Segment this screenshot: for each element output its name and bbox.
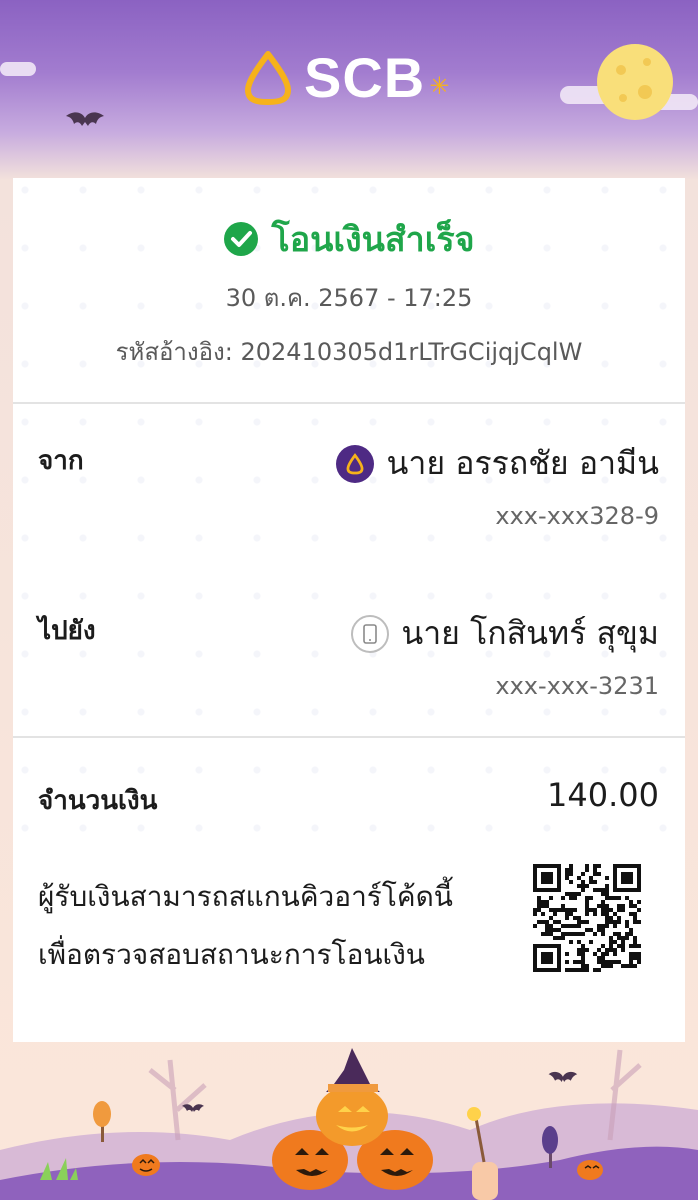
- divider: [13, 736, 685, 738]
- qr-instruction-line2: เพื่อตรวจสอบสถานะการโอนเงิน: [38, 938, 425, 971]
- check-circle-icon: [224, 222, 259, 256]
- brand-name: SCB: [304, 46, 426, 109]
- qr-code[interactable]: [533, 864, 641, 972]
- receipt-card: โอนเงินสำเร็จ 30 ต.ค. 2567 - 17:25 รหัสอ…: [13, 178, 685, 1030]
- reference-number: รหัสอ้างอิง: 202410305d1rLTrGCijqjCqlW: [115, 338, 583, 366]
- transfer-status: โอนเงินสำเร็จ: [271, 220, 475, 260]
- pumpkin-icon: [577, 1160, 603, 1180]
- scb-logo-icon: [245, 51, 291, 105]
- transaction-datetime: 30 ต.ค. 2567 - 17:25: [225, 284, 473, 312]
- amount-value: 140.00: [547, 776, 659, 814]
- divider: [13, 402, 685, 404]
- recipient-account: xxx-xxx-3231: [495, 672, 659, 700]
- bat-icon: [66, 112, 104, 126]
- mobile-phone-icon: [351, 614, 390, 653]
- header: SCB ✳: [0, 0, 698, 180]
- qr-verification: ผู้รับเงินสามารถสแกนคิวอาร์โค้ดนี้ เพื่อ…: [13, 846, 685, 1030]
- from-label: จาก: [38, 446, 84, 476]
- cloud-decoration: [0, 62, 36, 76]
- spark-icon: ✳: [429, 72, 450, 100]
- from-party: นาย อรรถชัย อามีน: [336, 438, 659, 489]
- qr-instruction: ผู้รับเงินสามารถสแกนคิวอาร์โค้ดนี้ เพื่อ…: [38, 868, 453, 984]
- pumpkin-icon: [132, 1154, 160, 1176]
- amount-label: จำนวนเงิน: [38, 786, 158, 816]
- to-label: ไปยัง: [38, 616, 96, 646]
- to-party: นาย โกสินทร์ สุขุม: [351, 608, 659, 659]
- recipient-name: นาย โกสินทร์ สุขุม: [401, 614, 659, 652]
- status-row: โอนเงินสำเร็จ: [13, 212, 685, 266]
- qr-instruction-line1: ผู้รับเงินสามารถสแกนคิวอาร์โค้ดนี้: [38, 880, 453, 913]
- sender-name: นาย อรรถชัย อามีน: [386, 444, 659, 482]
- halloween-scene: [0, 1048, 698, 1200]
- scb-logo: SCB ✳: [240, 50, 449, 106]
- scb-bank-icon: [336, 444, 375, 483]
- sender-account: xxx-xxx328-9: [495, 502, 659, 530]
- moon-icon: [597, 44, 673, 120]
